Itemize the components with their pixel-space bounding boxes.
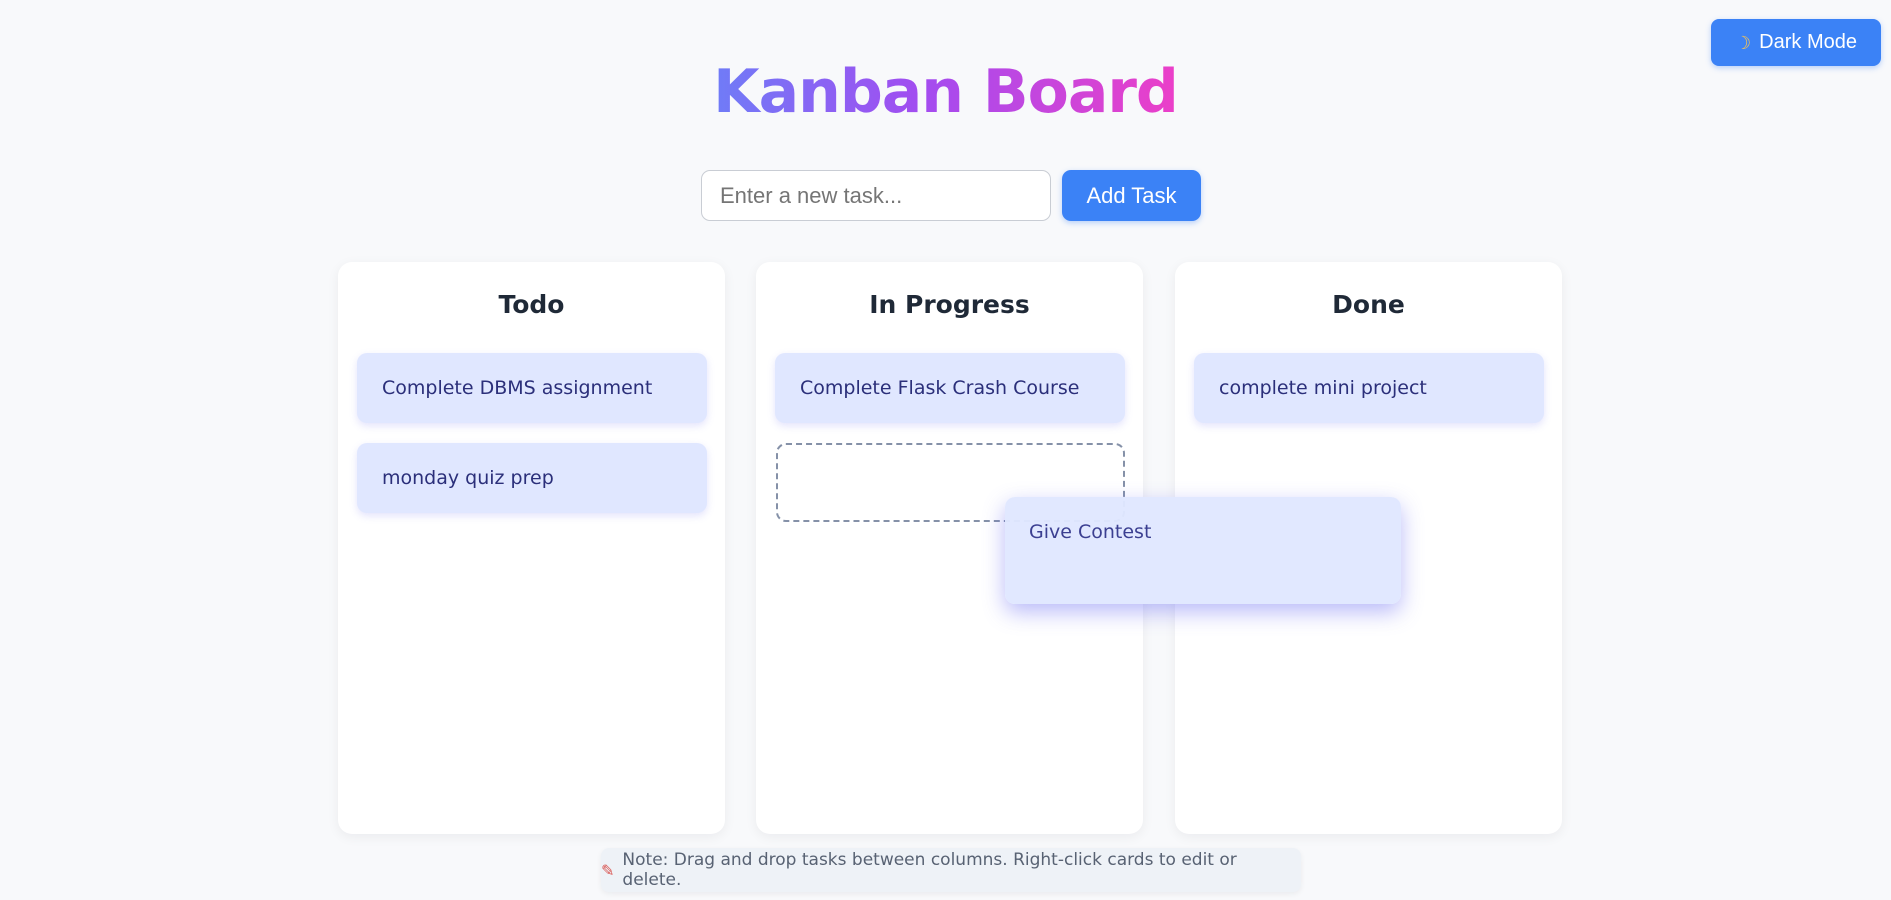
column-todo[interactable]: Todo Complete DBMS assignment monday qui… bbox=[338, 262, 725, 834]
column-title-done: Done bbox=[1332, 290, 1405, 319]
help-note-text: Note: Drag and drop tasks between column… bbox=[622, 850, 1237, 890]
page-title: Kanban Board bbox=[0, 56, 1891, 128]
kanban-page: ☽ Dark Mode Kanban Board Add Task Todo C… bbox=[0, 0, 1891, 900]
task-card[interactable]: Complete DBMS assignment bbox=[357, 353, 707, 423]
column-title-todo: Todo bbox=[498, 290, 565, 319]
page-title-text: Kanban Board bbox=[713, 57, 1179, 127]
add-task-button[interactable]: Add Task bbox=[1062, 170, 1201, 221]
new-task-input[interactable] bbox=[701, 170, 1051, 221]
task-card[interactable]: monday quiz prep bbox=[357, 443, 707, 513]
dark-mode-label: Dark Mode bbox=[1759, 31, 1857, 53]
moon-icon: ☽ bbox=[1735, 32, 1752, 53]
task-card[interactable]: Complete Flask Crash Course bbox=[775, 353, 1125, 423]
task-card[interactable]: complete mini project bbox=[1194, 353, 1544, 423]
column-title-in-progress: In Progress bbox=[869, 290, 1030, 319]
help-note: ✎ Note: Drag and drop tasks between colu… bbox=[601, 848, 1301, 892]
dragging-task-card[interactable]: Give Contest bbox=[1005, 497, 1401, 604]
memo-icon: ✎ bbox=[601, 860, 615, 880]
